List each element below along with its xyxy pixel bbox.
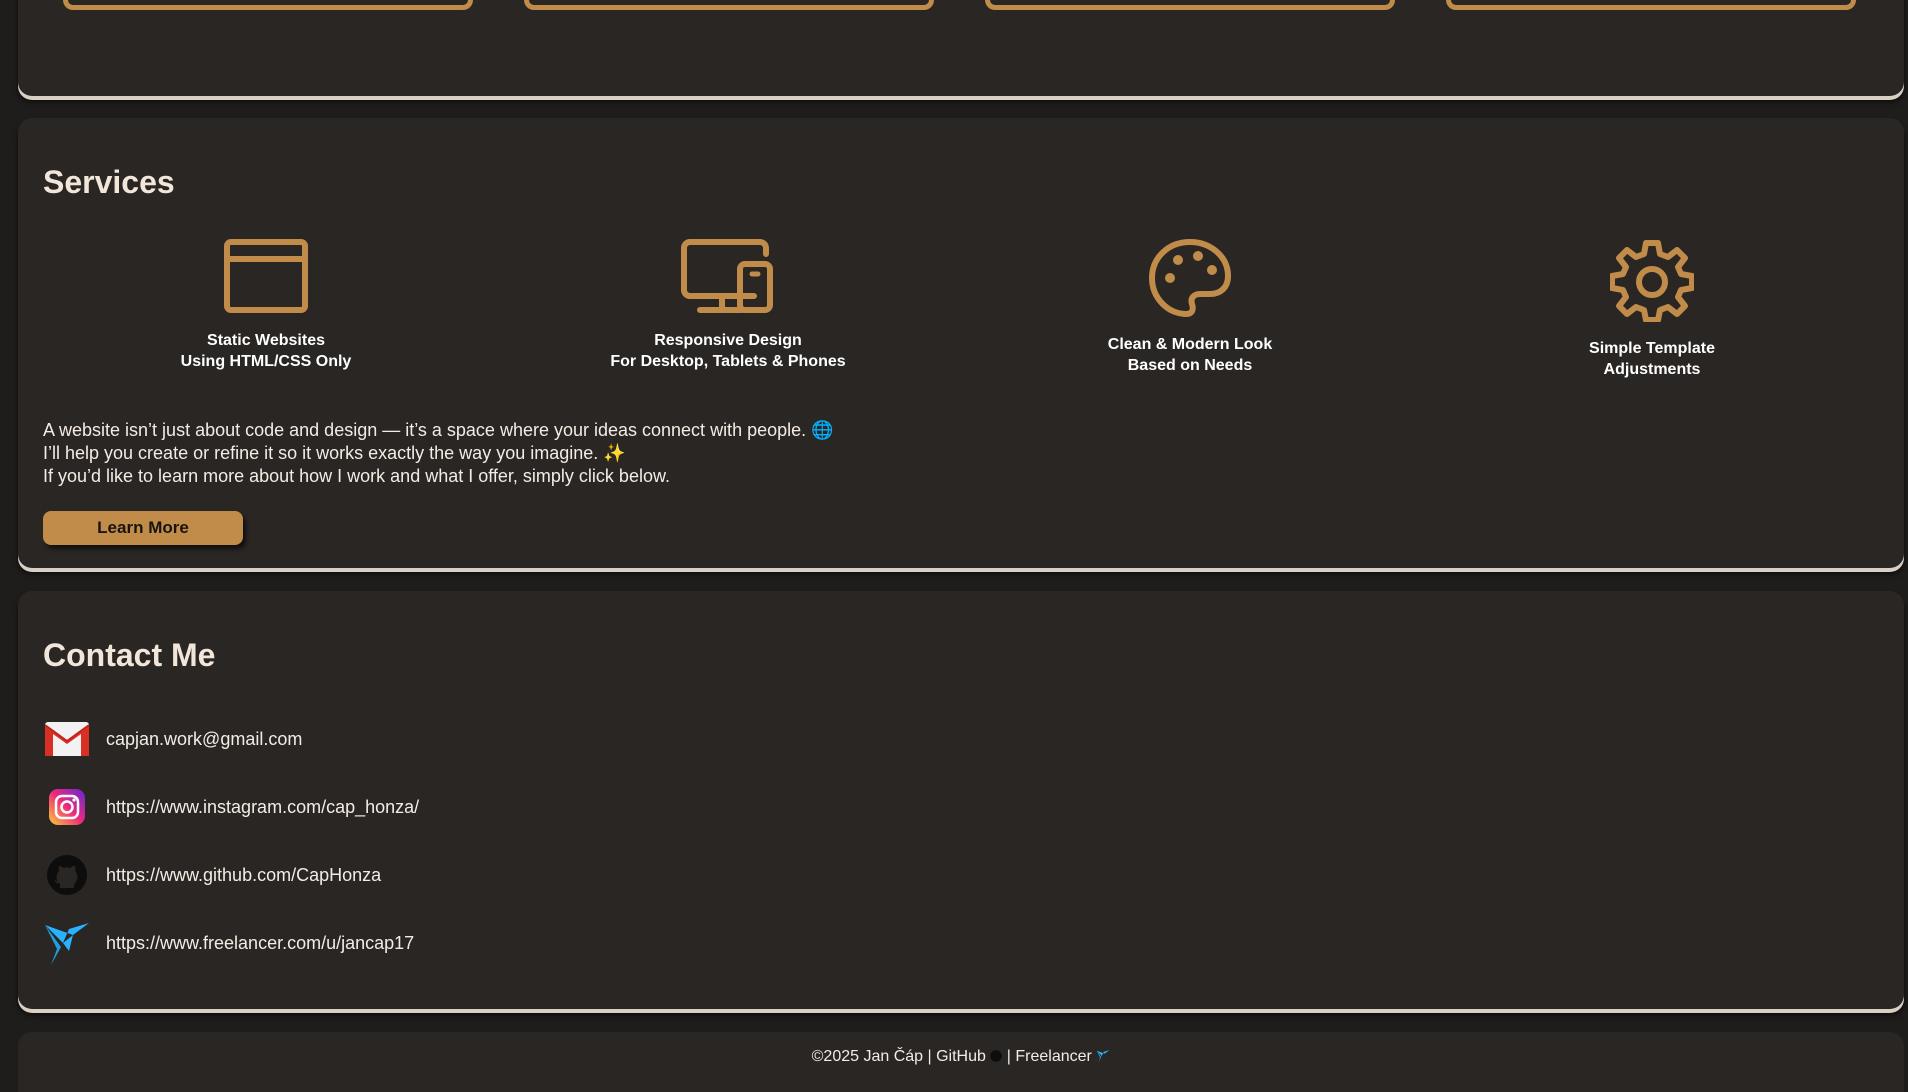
services-section: Services Static Websites Using HTML/CSS …	[18, 118, 1904, 568]
contact-heading: Contact Me	[43, 637, 216, 673]
freelancer-link[interactable]: https://www.freelancer.com/u/jancap17	[106, 933, 414, 954]
footer: ©2025 Jan Čáp | GitHub | Freelancer	[18, 1032, 1904, 1092]
service-subtitle: For Desktop, Tablets & Phones	[610, 353, 846, 370]
devices-icon	[578, 238, 878, 314]
project-card[interactable]	[63, 0, 473, 10]
palette-icon	[1040, 238, 1340, 318]
footer-freelancer-link[interactable]: Freelancer	[1015, 1048, 1091, 1065]
description-line: If you’d like to learn more about how I …	[43, 466, 670, 486]
freelancer-icon	[43, 919, 91, 967]
instagram-link[interactable]: https://www.instagram.com/cap_honza/	[106, 797, 419, 818]
project-card[interactable]	[985, 0, 1395, 10]
learn-more-button[interactable]: Learn More	[43, 511, 243, 545]
browser-window-icon	[116, 238, 416, 314]
description-line: A website isn’t just about code and desi…	[43, 420, 834, 440]
separator: |	[1002, 1048, 1016, 1065]
email-link[interactable]: capjan.work@gmail.com	[106, 729, 302, 750]
github-link[interactable]: https://www.github.com/CapHonza	[106, 865, 381, 886]
footer-text: ©2025 Jan Čáp | GitHub | Freelancer	[18, 1048, 1904, 1066]
service-subtitle: Adjustments	[1603, 361, 1701, 378]
contact-section: Contact Me capjan.work@gmail.com https:/…	[18, 591, 1904, 1009]
footer-github-link[interactable]: GitHub	[936, 1048, 986, 1065]
service-subtitle: Using HTML/CSS Only	[180, 353, 352, 370]
github-icon	[43, 851, 91, 899]
contact-github: https://www.github.com/CapHonza	[43, 852, 381, 898]
github-small-icon	[990, 1048, 1003, 1065]
projects-section	[18, 0, 1904, 96]
service-responsive-design: Responsive Design For Desktop, Tablets &…	[578, 238, 878, 372]
contact-freelancer: https://www.freelancer.com/u/jancap17	[43, 920, 414, 966]
service-static-websites: Static Websites Using HTML/CSS Only	[116, 238, 416, 372]
separator: |	[923, 1048, 937, 1065]
service-title: Clean & Modern Look	[1107, 336, 1273, 353]
freelancer-small-icon	[1096, 1048, 1110, 1065]
service-title: Simple Template	[1589, 340, 1715, 357]
service-clean-modern: Clean & Modern Look Based on Needs	[1040, 238, 1340, 376]
instagram-icon	[43, 783, 91, 831]
contact-instagram: https://www.instagram.com/cap_honza/	[43, 784, 419, 830]
service-title: Static Websites	[207, 332, 325, 349]
contact-email: capjan.work@gmail.com	[43, 716, 302, 762]
service-template-adjustments: Simple Template Adjustments	[1502, 238, 1802, 380]
description-line: I’ll help you create or refine it so it …	[43, 443, 626, 463]
gear-icon	[1502, 238, 1802, 322]
project-card[interactable]	[524, 0, 934, 10]
service-title: Responsive Design	[654, 332, 802, 349]
services-description: A website isn’t just about code and desi…	[43, 419, 834, 488]
services-heading: Services	[43, 164, 175, 200]
copyright: ©2025 Jan Čáp	[811, 1048, 924, 1065]
service-subtitle: Based on Needs	[1127, 357, 1253, 374]
gmail-icon	[43, 715, 91, 763]
project-card[interactable]	[1446, 0, 1856, 10]
